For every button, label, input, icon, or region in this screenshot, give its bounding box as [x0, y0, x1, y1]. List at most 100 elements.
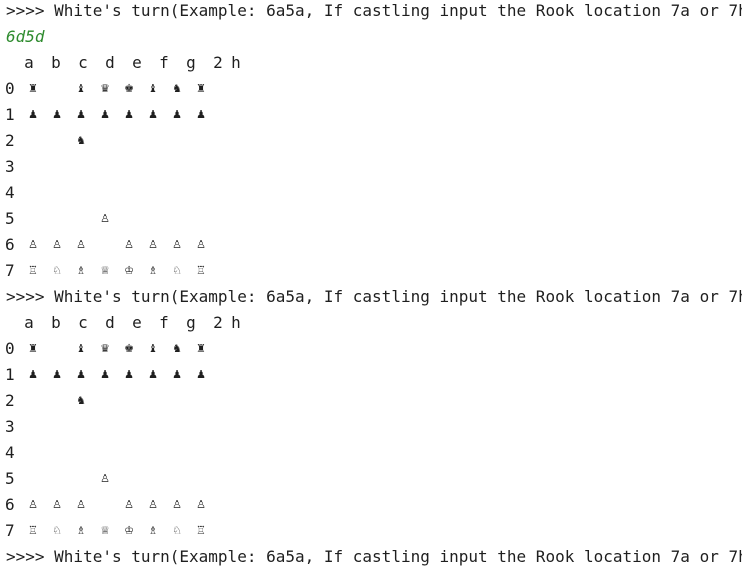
chess-piece-icon: ♞ — [76, 134, 86, 147]
file-label: c — [78, 53, 88, 72]
chess-piece-icon — [218, 518, 232, 544]
chess-piece-icon — [98, 492, 112, 518]
chess-piece-icon — [50, 154, 64, 180]
chess-piece-icon — [98, 414, 112, 440]
chess-piece-icon: ♟ — [100, 108, 110, 121]
chess-piece-icon — [194, 388, 208, 414]
chess-piece-icon: ♕ — [100, 524, 110, 537]
chess-piece-icon: ♜ — [28, 82, 38, 95]
chess-piece-icon — [26, 180, 40, 206]
chess-piece-icon: ♝ — [76, 342, 86, 355]
chess-piece-icon: ♜ — [196, 342, 206, 355]
rank-label: 6 — [5, 235, 15, 254]
rank-label: 3 — [5, 417, 15, 436]
chess-piece-icon — [50, 440, 64, 466]
chess-piece-icon — [218, 336, 232, 362]
chess-piece-icon — [74, 180, 88, 206]
chess-piece-icon: ♙ — [196, 498, 206, 511]
chess-piece-icon — [26, 128, 40, 154]
chess-piece-icon: ♘ — [52, 524, 62, 537]
chess-piece-icon — [170, 466, 184, 492]
chess-piece-icon: ♚ — [124, 342, 134, 355]
chess-piece-icon — [122, 180, 136, 206]
chess-piece-icon — [98, 154, 112, 180]
file-header-row: abcdefg2h — [0, 50, 742, 76]
chess-piece-icon: ♟ — [52, 368, 62, 381]
chess-piece-icon — [98, 180, 112, 206]
file-label: h — [231, 313, 241, 332]
chess-piece-icon: ♙ — [148, 498, 158, 511]
rank-label: 4 — [5, 443, 15, 462]
chess-piece-icon — [146, 180, 160, 206]
chess-piece-icon — [26, 154, 40, 180]
chess-piece-icon: ♗ — [148, 264, 158, 277]
chess-piece-icon — [146, 414, 160, 440]
chess-piece-icon — [146, 440, 160, 466]
prompt-line: >>>> White's turn(Example: 6a5a, If cast… — [6, 1, 742, 20]
chess-piece-icon — [218, 206, 232, 232]
chess-piece-icon — [50, 128, 64, 154]
board-rank-row: 3 — [0, 154, 742, 180]
chess-piece-icon: ♖ — [28, 524, 38, 537]
chess-piece-icon: ♟ — [148, 368, 158, 381]
chess-piece-icon — [26, 206, 40, 232]
chess-piece-icon — [146, 388, 160, 414]
chess-piece-icon: ♘ — [52, 264, 62, 277]
board-rank-row: 6 ♙ ♙ ♙ ♙ ♙ ♙ ♙ — [0, 232, 742, 258]
chess-piece-icon — [218, 154, 232, 180]
chess-piece-icon — [50, 388, 64, 414]
chess-piece-icon: ♙ — [52, 498, 62, 511]
chess-piece-icon: ♝ — [148, 82, 158, 95]
board-rank-row: 2 ♞ — [0, 128, 742, 154]
chess-piece-icon — [98, 128, 112, 154]
file-label: 2 — [213, 313, 223, 332]
chess-piece-icon: ♜ — [196, 82, 206, 95]
chess-piece-icon: ♙ — [28, 238, 38, 251]
chess-piece-icon — [170, 388, 184, 414]
chess-piece-icon — [218, 440, 232, 466]
chess-piece-icon — [50, 76, 64, 102]
chess-piece-icon: ♙ — [196, 238, 206, 251]
chess-piece-icon — [218, 362, 232, 388]
chess-piece-icon: ♚ — [124, 82, 134, 95]
board-rank-row: 4 — [0, 180, 742, 206]
user-input-line: 6d5d — [6, 27, 45, 46]
chess-piece-icon: ♟ — [76, 368, 86, 381]
file-label: f — [159, 313, 169, 332]
rank-label: 4 — [5, 183, 15, 202]
chess-piece-icon: ♞ — [76, 394, 86, 407]
chess-piece-icon — [26, 466, 40, 492]
chess-piece-icon — [74, 414, 88, 440]
file-label: 2 — [213, 53, 223, 72]
file-header-row: abcdefg2h — [0, 310, 742, 336]
chess-piece-icon: ♟ — [124, 368, 134, 381]
chess-piece-icon: ♗ — [148, 524, 158, 537]
chess-piece-icon — [218, 466, 232, 492]
file-label: g — [186, 313, 196, 332]
chess-piece-icon — [218, 414, 232, 440]
file-label: e — [132, 313, 142, 332]
chess-piece-icon: ♟ — [52, 108, 62, 121]
chess-piece-icon — [122, 154, 136, 180]
chess-piece-icon: ♝ — [148, 342, 158, 355]
chess-piece-icon — [122, 440, 136, 466]
file-label: d — [105, 53, 115, 72]
chess-piece-icon — [218, 102, 232, 128]
chess-piece-icon — [122, 388, 136, 414]
chess-piece-icon: ♖ — [28, 264, 38, 277]
chess-piece-icon — [122, 466, 136, 492]
chess-piece-icon — [146, 206, 160, 232]
chess-piece-icon — [74, 440, 88, 466]
console-output: >>>> White's turn(Example: 6a5a, If cast… — [0, 0, 742, 574]
chess-piece-icon — [170, 206, 184, 232]
rank-label: 3 — [5, 157, 15, 176]
chess-piece-icon: ♙ — [28, 498, 38, 511]
chess-piece-icon — [122, 206, 136, 232]
board-rank-row: 7 ♖ ♘ ♗ ♕ ♔ ♗ ♘ ♖ — [0, 258, 742, 284]
chess-piece-icon — [170, 180, 184, 206]
chess-piece-icon — [170, 440, 184, 466]
chess-piece-icon — [98, 440, 112, 466]
chess-piece-icon: ♛ — [100, 82, 110, 95]
chess-piece-icon — [218, 128, 232, 154]
chess-piece-icon: ♟ — [196, 368, 206, 381]
